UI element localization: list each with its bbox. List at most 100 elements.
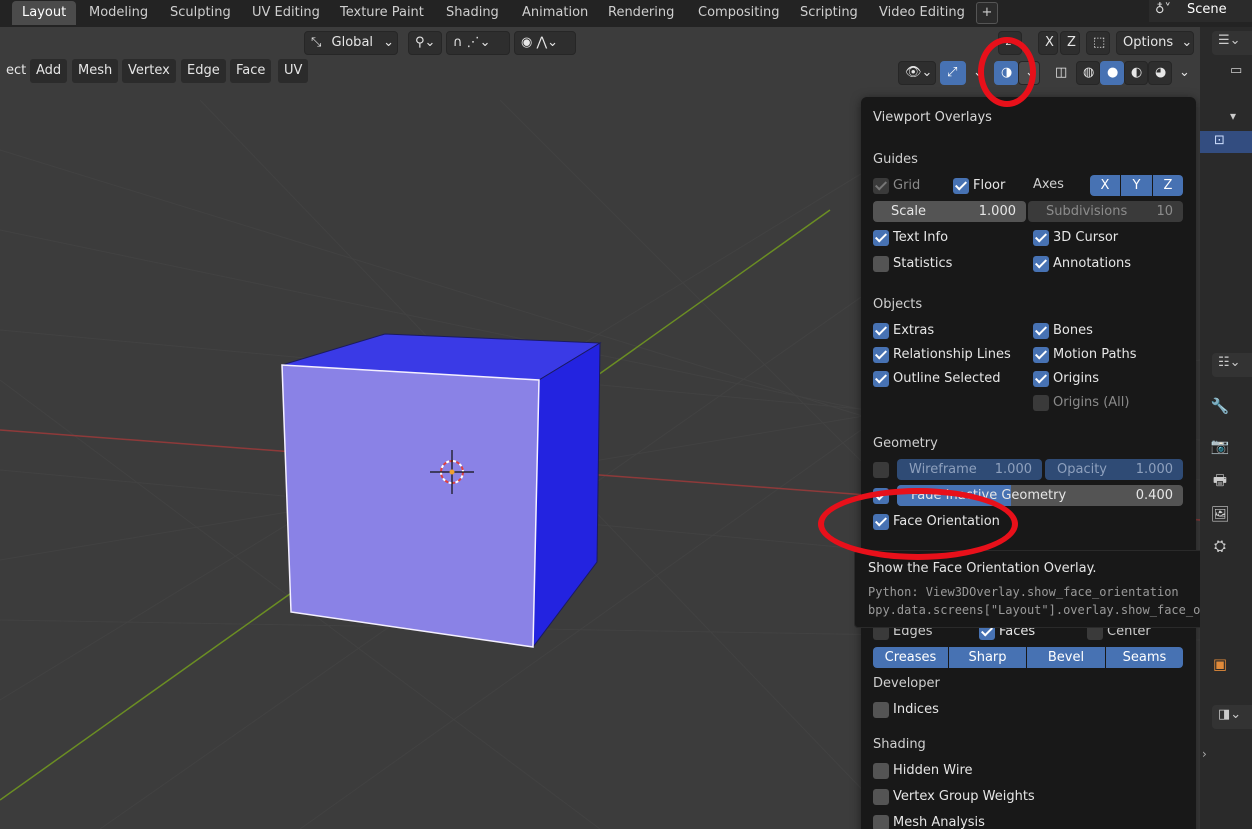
tab-animation[interactable]: Animation — [512, 1, 598, 25]
face-menu[interactable]: Face — [230, 59, 272, 83]
chevron-down-icon: ⌄ — [1179, 65, 1190, 80]
solid-shading-button[interactable]: ● — [1100, 61, 1124, 85]
viewport-overlays-panel: Viewport Overlays Guides Grid Floor Axes… — [861, 97, 1196, 829]
tab-rendering[interactable]: Rendering — [598, 1, 684, 25]
material-sphere-icon: ◐ — [1131, 65, 1143, 80]
options-dropdown[interactable]: Options ⌄ — [1116, 31, 1194, 55]
tool-icon[interactable]: 🔧 — [1208, 395, 1232, 417]
right-side-panels: ☰⌄ ▭ ▾ ⊡ ☷⌄ 🔧 📷 🖶 🖼 ⛭ ▣ ◨⌄ › — [1200, 27, 1252, 829]
wireframe-shading-button[interactable]: ◍ — [1076, 61, 1100, 85]
bottom-editor-dropdown[interactable]: ◨⌄ — [1212, 705, 1252, 729]
guides-heading: Guides — [873, 152, 918, 167]
object-icon[interactable]: ▣ — [1208, 653, 1232, 675]
properties-editor-dropdown[interactable]: ☷⌄ — [1212, 353, 1252, 377]
gizmo-toggle[interactable]: ⤢ — [940, 61, 966, 85]
objects-heading: Objects — [873, 297, 923, 312]
options-label: Options — [1123, 35, 1174, 50]
chevron-down-icon: ⌄ — [1181, 35, 1193, 50]
eye-icon: 👁⌄ — [905, 65, 933, 80]
scene-label: Scene — [1187, 2, 1227, 17]
axes-y-toggle[interactable]: Y — [1121, 175, 1152, 196]
snapping-toggle[interactable]: ∩ ⋰⌄ — [446, 31, 510, 55]
opacity-field[interactable]: Opacity 1.000 — [1045, 459, 1183, 480]
tooltip-data-path: bpy.data.screens["Layout"].overlay.show_… — [868, 603, 1252, 617]
axis-x-toggle[interactable]: X — [1038, 31, 1058, 55]
highlight-face-orientation — [818, 488, 1018, 560]
sharp-toggle[interactable]: Sharp — [949, 647, 1026, 668]
add-workspace-button[interactable]: + — [976, 2, 998, 24]
pivot-icon: ⚲⌄ — [415, 35, 436, 50]
axes-z-toggle[interactable]: Z — [1153, 175, 1183, 196]
tooltip-python-path: Python: View3DOverlay.show_face_orientat… — [868, 585, 1179, 599]
rendered-shading-button[interactable]: ◕ — [1148, 61, 1172, 85]
tab-texture-paint[interactable]: Texture Paint — [330, 1, 434, 25]
developer-heading: Developer — [873, 676, 940, 691]
render-icon[interactable]: 📷 — [1208, 435, 1232, 457]
cube-mesh[interactable] — [281, 333, 602, 649]
merge-icon: ⬚ — [1093, 35, 1106, 50]
chevron-down-icon: ⌄ — [383, 35, 395, 50]
creases-toggle[interactable]: Creases — [873, 647, 948, 668]
uv-menu[interactable]: UV — [278, 59, 309, 83]
xray-toggle[interactable]: ◫ — [1048, 61, 1072, 85]
proportional-editing[interactable]: ◉ ⋀⌄ — [514, 31, 576, 55]
tab-scripting[interactable]: Scripting — [790, 1, 868, 25]
pivot-point-dropdown[interactable]: ⚲⌄ — [408, 31, 442, 55]
wireframe-sphere-icon: ◍ — [1083, 65, 1095, 80]
outliner-icon: ☰⌄ — [1218, 33, 1241, 48]
triangle-down-icon: ▾ — [1230, 109, 1237, 123]
auto-merge-toggle[interactable]: ⬚ — [1086, 31, 1110, 55]
face-orientation-tooltip: Show the Face Orientation Overlay. Pytho… — [854, 550, 1252, 628]
proportional-icon: ◉ ⋀⌄ — [521, 35, 559, 50]
visibility-dropdown[interactable]: 👁⌄ — [898, 61, 936, 85]
shading-dropdown[interactable]: ⌄ — [1172, 61, 1192, 85]
tooltip-title: Show the Face Orientation Overlay. — [868, 561, 1097, 576]
timeline-icon: ◨⌄ — [1218, 707, 1242, 722]
scale-field[interactable]: Scale 1.000 — [873, 201, 1026, 222]
tab-modeling[interactable]: Modeling — [79, 1, 158, 25]
geometry-heading: Geometry — [873, 436, 938, 451]
mesh-menu[interactable]: Mesh — [72, 59, 119, 83]
orientation-label: Global — [331, 35, 374, 50]
collection-icon: ⊡ — [1214, 133, 1225, 148]
outliner-selected-row[interactable]: ⊡ — [1200, 131, 1252, 153]
tab-layout[interactable]: Layout — [12, 1, 77, 25]
axes-label: Axes — [1033, 177, 1064, 192]
view-layer-icon[interactable]: 🖼 — [1208, 503, 1232, 525]
vertex-menu[interactable]: Vertex — [122, 59, 176, 83]
scene-icon: ♁˅ — [1155, 2, 1172, 17]
subdivisions-field[interactable]: Subdivisions 10 — [1028, 201, 1183, 222]
scene-selector[interactable]: ♁˅ Scene — [1149, 0, 1252, 22]
highlight-overlays-dropdown — [978, 37, 1036, 107]
wireframe-field[interactable]: Wireframe 1.000 — [897, 459, 1042, 480]
bevel-toggle[interactable]: Bevel — [1027, 647, 1105, 668]
editor-type-dropdown[interactable]: ☰⌄ — [1212, 31, 1252, 55]
edge-menu[interactable]: Edge — [181, 59, 226, 83]
magnet-icon: ∩ ⋰⌄ — [453, 35, 491, 50]
transform-orientation-dropdown[interactable]: ⤡ Global ⌄ — [304, 31, 398, 55]
solid-sphere-icon: ● — [1107, 65, 1119, 80]
gizmo-icon: ⤢ — [947, 65, 958, 80]
select-menu[interactable]: ect — [0, 59, 32, 83]
scene-props-icon[interactable]: ⛭ — [1208, 535, 1232, 557]
shading-heading: Shading — [873, 737, 926, 752]
panel-title: Viewport Overlays — [873, 110, 992, 125]
output-icon[interactable]: 🖶 — [1208, 469, 1232, 491]
xray-icon: ◫ — [1055, 65, 1068, 80]
expand-arrow-icon[interactable]: › — [1202, 747, 1207, 761]
tab-compositing[interactable]: Compositing — [688, 1, 790, 25]
axes-x-toggle[interactable]: X — [1090, 175, 1120, 196]
seams-toggle[interactable]: Seams — [1106, 647, 1183, 668]
tab-uv-editing[interactable]: UV Editing — [242, 1, 330, 25]
axis-z-toggle[interactable]: Z — [1060, 31, 1080, 55]
tab-video-editing[interactable]: Video Editing — [869, 1, 975, 25]
rendered-sphere-icon: ◕ — [1155, 65, 1167, 80]
properties-icon: ☷⌄ — [1218, 355, 1241, 370]
orientation-icon: ⤡ — [311, 35, 322, 50]
workspace-tabs-bar: Layout Modeling Sculpting UV Editing Tex… — [0, 0, 1252, 27]
material-shading-button[interactable]: ◐ — [1124, 61, 1148, 85]
tab-sculpting[interactable]: Sculpting — [160, 1, 241, 25]
tab-shading[interactable]: Shading — [436, 1, 509, 25]
filter-icon[interactable]: ▭ — [1230, 63, 1252, 83]
add-menu[interactable]: Add — [30, 59, 68, 83]
